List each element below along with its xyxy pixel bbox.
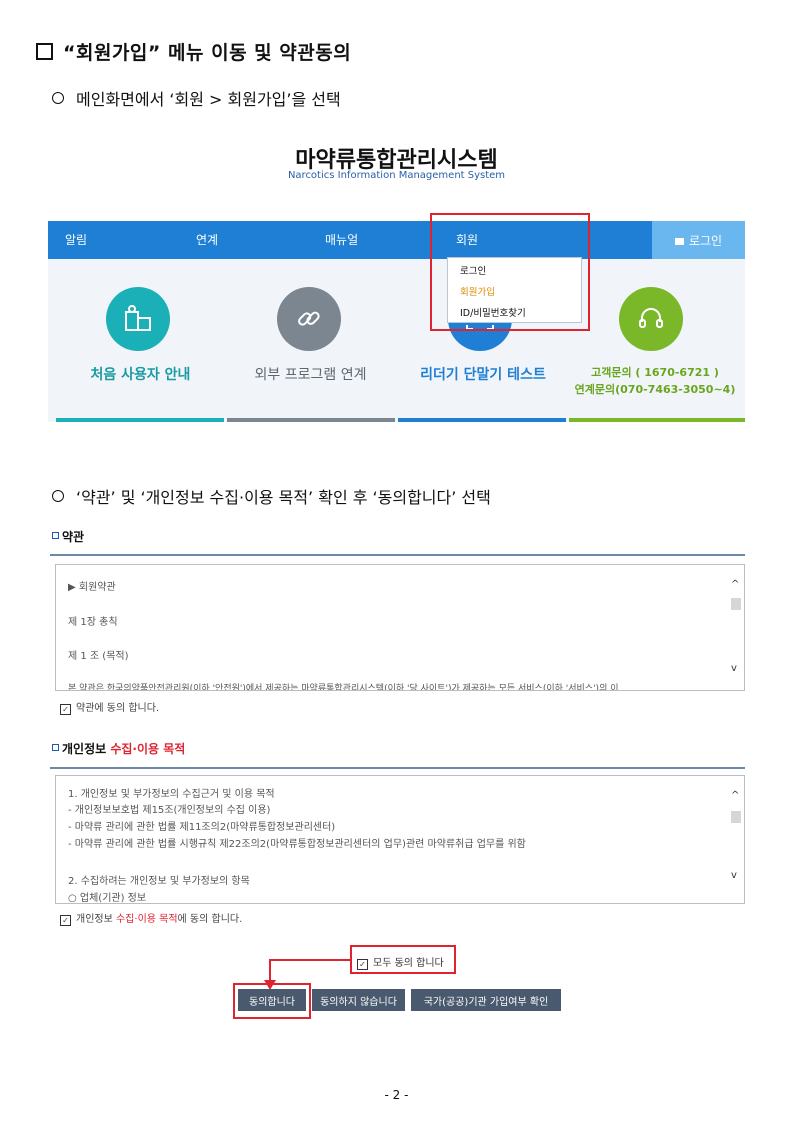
privacy-agree-checkbox[interactable]: ✓ 개인정보 수집·이용 목적에 동의 합니다. [60, 910, 242, 926]
nav-item-manual[interactable]: 매뉴얼 [325, 231, 358, 248]
terms-title: 약관 [52, 528, 84, 545]
checkmark-icon: ✓ [60, 915, 71, 926]
lock-icon [674, 237, 684, 245]
login-button[interactable]: 로그인 [652, 221, 745, 259]
privacy-line: - 마약류 관리에 관한 법률 시행규칙 제22조의2(마약류통합정보관리센터의… [68, 839, 526, 850]
terms-agree-checkbox[interactable]: ✓ 약관에 동의 합니다. [60, 699, 159, 715]
nav-bar [48, 221, 745, 259]
privacy-title: 개인정보 수집·이용 목적 [52, 740, 185, 757]
scrollbar-thumb[interactable] [731, 811, 741, 823]
nav-item-notice[interactable]: 알림 [65, 231, 87, 248]
step2-text: ‘약관’ 및 ‘개인정보 수집·이용 목적’ 확인 후 ‘동의합니다’ 선택 [52, 484, 491, 508]
privacy-line: 1. 개인정보 및 부가정보의 수집근거 및 이용 목적 [68, 789, 275, 800]
circle-bullet-icon [52, 92, 64, 104]
terms-textbox[interactable]: ▶ 회원약관 제 1장 총칙 제 1 조 (목적) 본 약관은 한국의약품안전관… [55, 564, 745, 691]
scroll-down-icon[interactable]: v [731, 870, 741, 881]
step1-text: 메인화면에서 ‘회원 > 회원가입’을 선택 [52, 86, 341, 110]
color-bar-2 [227, 418, 395, 422]
privacy-line: ○ 업체(기관) 정보 [68, 893, 147, 904]
highlight-box-agree [233, 983, 311, 1019]
color-bar-3 [398, 418, 566, 422]
terms-divider [50, 554, 745, 556]
terms-line: 본 약관은 한국의약품안전관리원(이하 '안전원')에서 제공하는 마약류통합관… [68, 684, 619, 691]
public-institution-check-button[interactable]: 국가(공공)기관 가입여부 확인 [411, 989, 561, 1011]
privacy-line: 2. 수집하려는 개인정보 및 부가정보의 항목 [68, 876, 250, 887]
feature-label-contact-2[interactable]: 연계문의(070-7463-3050~4) [570, 381, 740, 397]
site-subtitle: Narcotics Information Management System [287, 170, 506, 181]
scroll-up-icon[interactable]: ^ [731, 790, 741, 801]
checkmark-icon: ✓ [60, 704, 71, 715]
nav-item-link[interactable]: 연계 [196, 231, 218, 248]
terms-line: 제 1 조 (목적) [68, 651, 129, 662]
color-bar-1 [56, 418, 224, 422]
disagree-button[interactable]: 동의하지 않습니다 [312, 989, 405, 1011]
square-bullet-icon [52, 744, 59, 751]
feature-label-guide[interactable]: 처음 사용자 안내 [58, 364, 223, 384]
terms-line: 제 1장 총칙 [68, 617, 118, 628]
feature-label-contact[interactable]: 고객문의 ( 1670-6721 ) [570, 364, 740, 380]
chain-link-icon[interactable] [277, 287, 341, 351]
privacy-textbox[interactable]: 1. 개인정보 및 부가정보의 수집근거 및 이용 목적 - 개인정보보호법 제… [55, 775, 745, 904]
highlight-box-all-agree [350, 945, 456, 974]
section-heading: “회원가입” 메뉴 이동 및 약관동의 [36, 38, 351, 65]
privacy-line: - 마약류 관리에 관한 법률 제11조의2(마약류통합정보관리센터) [68, 822, 336, 833]
color-bar-4 [569, 418, 745, 422]
checkbox-square-icon [36, 43, 53, 60]
square-bullet-icon [52, 532, 59, 539]
terms-line: ▶ 회원약관 [68, 582, 116, 593]
feature-label-external[interactable]: 외부 프로그램 연계 [223, 364, 398, 384]
headset-icon[interactable] [619, 287, 683, 351]
feature-label-reader[interactable]: 리더기 단말기 테스트 [398, 364, 568, 384]
page-number: - 2 - [384, 1088, 409, 1102]
scroll-down-icon[interactable]: v [731, 663, 741, 674]
building-icon[interactable] [106, 287, 170, 351]
circle-bullet-icon [52, 490, 64, 502]
scrollbar-thumb[interactable] [731, 598, 741, 610]
highlight-box-member [430, 213, 590, 331]
privacy-divider [50, 767, 745, 769]
scroll-up-icon[interactable]: ^ [731, 579, 741, 590]
privacy-line: - 개인정보보호법 제15조(개인정보의 수집 이용) [68, 805, 271, 816]
